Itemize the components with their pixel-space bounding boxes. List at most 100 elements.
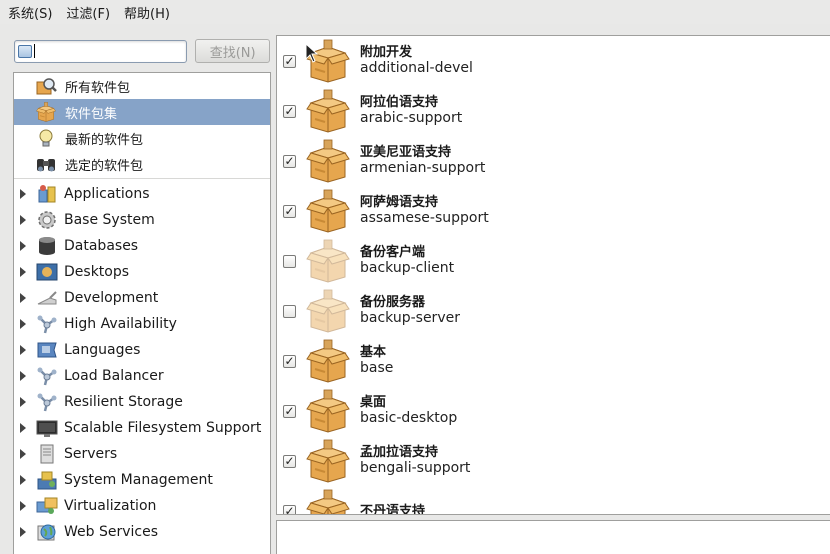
package-texts: 亚美尼亚语支持 armenian-support	[360, 145, 485, 177]
expand-arrow-icon[interactable]	[20, 527, 26, 537]
package-id: base	[360, 360, 394, 376]
package-row[interactable]: ✓ 桌面 basic-desktop	[277, 386, 830, 436]
package-row[interactable]: 备份客户端 backup-client	[277, 236, 830, 286]
package-checkbox[interactable]: ✓	[283, 54, 296, 68]
group-item[interactable]: Scalable Filesystem Support	[14, 415, 270, 441]
group-item[interactable]: Desktops	[14, 259, 270, 285]
filter-item[interactable]: 软件包集	[14, 99, 270, 125]
package-title: 亚美尼亚语支持	[360, 145, 452, 160]
package-texts: 附加开发 additional-devel	[360, 45, 473, 77]
group-label: High Availability	[64, 316, 177, 332]
group-item[interactable]: Development	[14, 285, 270, 311]
search-input[interactable]	[35, 42, 175, 60]
expand-arrow-icon[interactable]	[20, 371, 26, 381]
package-title: 阿拉伯语支持	[360, 95, 439, 110]
package-texts: 阿萨姆语支持 assamese-support	[360, 195, 489, 227]
package-id: backup-client	[360, 260, 455, 276]
package-checkbox[interactable]: ✓	[283, 454, 296, 468]
package-id: bengali-support	[360, 460, 471, 476]
menu-item[interactable]: 系统(S)	[8, 3, 52, 22]
expand-arrow-icon[interactable]	[20, 397, 26, 407]
package-box-icon	[305, 289, 351, 333]
package-id: additional-devel	[360, 60, 473, 76]
package-checkbox[interactable]: ✓	[283, 204, 296, 218]
group-item[interactable]: Databases	[14, 233, 270, 259]
package-row[interactable]: ✓ 阿拉伯语支持 arabic-support	[277, 86, 830, 136]
search-field[interactable]	[14, 39, 188, 63]
package-checkbox[interactable]: ✓	[283, 154, 296, 168]
package-title: 不丹语支持	[360, 503, 426, 515]
package-row[interactable]: ✓ 阿萨姆语支持 assamese-support	[277, 186, 830, 236]
package-id: arabic-support	[360, 110, 463, 126]
expand-arrow-icon[interactable]	[20, 189, 26, 199]
package-texts: 备份客户端 backup-client	[360, 245, 454, 277]
package-search-icon	[35, 76, 57, 96]
expand-arrow-icon[interactable]	[20, 241, 26, 251]
package-box-icon	[305, 439, 351, 483]
group-item[interactable]: Languages	[14, 337, 270, 363]
menu-item[interactable]: 过滤(F)	[66, 3, 110, 22]
package-id: backup-server	[360, 310, 460, 326]
group-item[interactable]: Load Balancer	[14, 363, 270, 389]
group-label: Load Balancer	[64, 368, 164, 384]
group-item[interactable]: Base System	[14, 207, 270, 233]
group-item[interactable]: Resilient Storage	[14, 389, 270, 415]
menu-bar: 系统(S) 过滤(F) 帮助(H)	[0, 0, 830, 24]
expand-arrow-icon[interactable]	[20, 449, 26, 459]
network-icon	[36, 314, 58, 334]
package-row[interactable]: ✓ 基本 base	[277, 336, 830, 386]
package-checkbox[interactable]	[283, 254, 296, 268]
group-label: Languages	[64, 342, 141, 358]
package-row[interactable]: ✓ 不丹语支持	[277, 486, 830, 515]
group-item[interactable]: System Management	[14, 467, 270, 493]
filter-item[interactable]: 所有软件包	[14, 73, 270, 99]
lightbulb-icon	[35, 128, 57, 148]
package-checkbox[interactable]: ✓	[283, 104, 296, 118]
group-item[interactable]: Virtualization	[14, 493, 270, 519]
server-icon	[36, 444, 58, 464]
expand-arrow-icon[interactable]	[20, 475, 26, 485]
package-texts: 阿拉伯语支持 arabic-support	[360, 95, 462, 127]
expand-arrow-icon[interactable]	[20, 345, 26, 355]
package-checkbox[interactable]: ✓	[283, 404, 296, 418]
group-item[interactable]: High Availability	[14, 311, 270, 337]
package-row[interactable]: 备份服务器 backup-server	[277, 286, 830, 336]
package-checkbox[interactable]	[283, 304, 296, 318]
filter-item[interactable]: 最新的软件包	[14, 125, 270, 151]
package-texts: 桌面 basic-desktop	[360, 395, 457, 427]
search-button[interactable]: 查找(N)	[195, 39, 270, 63]
filter-item[interactable]: 选定的软件包	[14, 151, 270, 177]
expand-arrow-icon[interactable]	[20, 423, 26, 433]
filter-label: 软件包集	[65, 106, 118, 122]
group-item[interactable]: Applications	[14, 181, 270, 207]
package-box-icon	[305, 139, 351, 183]
package-row[interactable]: ✓ 孟加拉语支持 bengali-support	[277, 436, 830, 486]
filter-panel: 所有软件包 软件包集 最新的软件包 选定的软件包 Applications Ba…	[13, 72, 271, 554]
package-row[interactable]: ✓ 亚美尼亚语支持 armenian-support	[277, 136, 830, 186]
group-item[interactable]: Servers	[14, 441, 270, 467]
package-row[interactable]: ✓ 附加开发 additional-devel	[277, 36, 830, 86]
package-title: 桌面	[360, 395, 387, 410]
package-checkbox[interactable]: ✓	[283, 504, 296, 514]
group-label: Desktops	[64, 264, 130, 280]
package-id: basic-desktop	[360, 410, 458, 426]
virtualization-icon	[36, 496, 58, 516]
search-row: 查找(N)	[14, 39, 270, 63]
package-title: 备份客户端	[360, 245, 426, 260]
package-checkbox[interactable]: ✓	[283, 354, 296, 368]
gear-icon	[36, 210, 58, 230]
package-id: assamese-support	[360, 210, 489, 226]
menu-item[interactable]: 帮助(H)	[124, 3, 170, 22]
package-box-icon	[305, 189, 351, 233]
expand-arrow-icon[interactable]	[20, 267, 26, 277]
package-box-icon	[305, 239, 351, 283]
group-item[interactable]: Web Services	[14, 519, 270, 545]
binoculars-icon	[35, 154, 57, 174]
expand-arrow-icon[interactable]	[20, 293, 26, 303]
filter-label: 所有软件包	[65, 80, 131, 96]
group-label: Servers	[64, 446, 118, 462]
expand-arrow-icon[interactable]	[20, 501, 26, 511]
separator	[14, 178, 270, 179]
expand-arrow-icon[interactable]	[20, 319, 26, 329]
expand-arrow-icon[interactable]	[20, 215, 26, 225]
